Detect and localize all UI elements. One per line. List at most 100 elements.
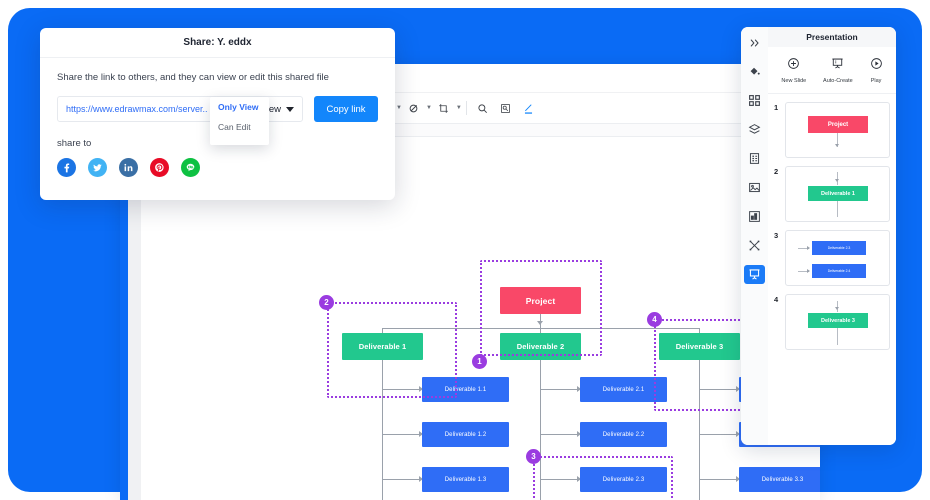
arrow-icon — [807, 246, 810, 250]
toolbar-divider — [465, 101, 467, 115]
slide-number: 3 — [774, 231, 779, 240]
slide-number: 2 — [774, 167, 779, 176]
picture-icon[interactable] — [744, 178, 765, 197]
twitter-icon[interactable] — [88, 158, 107, 177]
diagram-node-level2[interactable]: Deliverable 1.1 — [422, 377, 509, 402]
copy-link-button[interactable]: Copy link — [314, 96, 378, 122]
presentation-board-icon — [831, 57, 844, 75]
crop-icon[interactable] — [432, 97, 455, 120]
thumb-node: Deliverable 3 — [808, 313, 868, 328]
connector — [540, 434, 578, 435]
fill-bucket-icon[interactable] — [744, 62, 765, 81]
auto-create-button[interactable]: Auto-Create — [823, 57, 853, 84]
auto-create-label: Auto-Create — [823, 77, 853, 84]
thumb-node: Deliverable 2.3 — [812, 241, 866, 255]
crop-tool[interactable]: ▼ — [432, 97, 462, 120]
presentation-main: Presentation New Slide Auto-Create Play … — [768, 27, 896, 445]
screenshot-root: Help — [0, 0, 930, 500]
slide-list[interactable]: 1 Project 2 Deliverable 1 3 Deliverable … — [768, 94, 896, 445]
line-icon[interactable] — [181, 158, 200, 177]
connector — [382, 328, 700, 329]
play-circle-icon — [870, 57, 883, 75]
chevron-down-icon[interactable]: ▼ — [456, 105, 462, 111]
document-list-icon[interactable] — [744, 149, 765, 168]
connector — [382, 479, 420, 480]
zoom-icon[interactable] — [471, 97, 494, 120]
annotation-badge-1[interactable]: 1 — [472, 354, 487, 369]
diagram-node-level2[interactable]: Deliverable 1.3 — [422, 467, 509, 492]
diagram-node-level2[interactable]: Deliverable 2.1 — [580, 377, 667, 402]
thumb-node: Project — [808, 116, 868, 133]
new-slide-button[interactable]: New Slide — [781, 57, 806, 84]
diagram-node-level2[interactable]: Deliverable 1.2 — [422, 422, 509, 447]
presentation-panel: Presentation New Slide Auto-Create Play … — [741, 27, 896, 445]
diagram-node-level2[interactable]: Deliverable 2.2 — [580, 422, 667, 447]
share-dialog-header: Share: Y. eddx — [40, 28, 395, 58]
screenshot-icon[interactable] — [494, 97, 517, 120]
chevron-down-icon — [286, 106, 294, 112]
annotation-badge-3[interactable]: 3 — [526, 449, 541, 464]
connector — [699, 479, 737, 480]
connector — [382, 389, 420, 390]
social-row — [57, 158, 378, 177]
new-slide-label: New Slide — [781, 77, 807, 84]
connector — [540, 389, 578, 390]
slide-number: 1 — [774, 103, 779, 112]
arrow-icon — [537, 321, 543, 325]
grid-apps-icon[interactable] — [744, 91, 765, 110]
diagram-node-level1[interactable]: Deliverable 3 — [659, 333, 740, 360]
connector — [382, 434, 420, 435]
permission-menu: Only View Can Edit — [210, 97, 269, 145]
connector — [540, 479, 578, 480]
shuffle-icon[interactable] — [744, 236, 765, 255]
plus-circle-icon — [787, 57, 800, 75]
arrow-icon — [835, 144, 839, 147]
linkedin-icon[interactable] — [119, 158, 138, 177]
share-dialog-title: Share: Y. eddx — [183, 37, 252, 48]
presentation-header: Presentation — [768, 27, 896, 47]
arrow-icon — [807, 269, 810, 273]
presentation-actions: New Slide Auto-Create Play — [768, 47, 896, 94]
slide-item[interactable]: 1 Project — [774, 102, 890, 158]
line-color-icon[interactable] — [402, 97, 425, 120]
pen-icon[interactable] — [517, 97, 540, 120]
annotation-badge-4[interactable]: 4 — [647, 312, 662, 327]
chart-icon[interactable] — [744, 207, 765, 226]
slide-item[interactable]: 4 Deliverable 3 — [774, 294, 890, 350]
thumb-connector — [837, 201, 838, 217]
slide-thumbnail[interactable]: Deliverable 1 — [785, 166, 890, 222]
layers-icon[interactable] — [744, 120, 765, 139]
facebook-icon[interactable] — [57, 158, 76, 177]
presentation-rail — [741, 27, 768, 445]
diagram-node-level1[interactable]: Deliverable 2 — [500, 333, 581, 360]
diagram-node-level2[interactable]: Deliverable 3.3 — [739, 467, 820, 492]
annotation-badge-2[interactable]: 2 — [319, 295, 334, 310]
slide-item[interactable]: 3 Deliverable 2.3 Deliverable 2.4 — [774, 230, 890, 286]
play-label: Play — [870, 77, 882, 84]
chevron-double-right-icon[interactable] — [744, 33, 765, 52]
share-description: Share the link to others, and they can v… — [57, 72, 329, 83]
connector — [699, 389, 737, 390]
arrow-icon — [835, 179, 839, 182]
thumb-connector — [837, 328, 838, 345]
presentation-title: Presentation — [806, 32, 858, 42]
diagram-node-level1[interactable]: Deliverable 1 — [342, 333, 423, 360]
thumb-node: Deliverable 2.4 — [812, 264, 866, 278]
slide-thumbnail[interactable]: Deliverable 3 — [785, 294, 890, 350]
slide-thumbnail[interactable]: Project — [785, 102, 890, 158]
slide-thumbnail[interactable]: Deliverable 2.3 Deliverable 2.4 — [785, 230, 890, 286]
line-color-tool[interactable]: ▼ — [402, 97, 432, 120]
slide-number: 4 — [774, 295, 779, 304]
presentation-icon[interactable] — [744, 265, 765, 284]
arrow-icon — [835, 307, 839, 310]
diagram-node-root[interactable]: Project — [500, 287, 581, 314]
pinterest-icon[interactable] — [150, 158, 169, 177]
connector — [699, 434, 737, 435]
share-link-url[interactable]: https://www.edrawmax.com/server.. — [66, 104, 230, 114]
permission-option-can-edit[interactable]: Can Edit — [210, 117, 269, 137]
slide-item[interactable]: 2 Deliverable 1 — [774, 166, 890, 222]
diagram-node-level2[interactable]: Deliverable 2.3 — [580, 467, 667, 492]
permission-option-only-view[interactable]: Only View — [210, 97, 269, 117]
thumb-node: Deliverable 1 — [808, 186, 868, 201]
play-button[interactable]: Play — [870, 57, 883, 84]
